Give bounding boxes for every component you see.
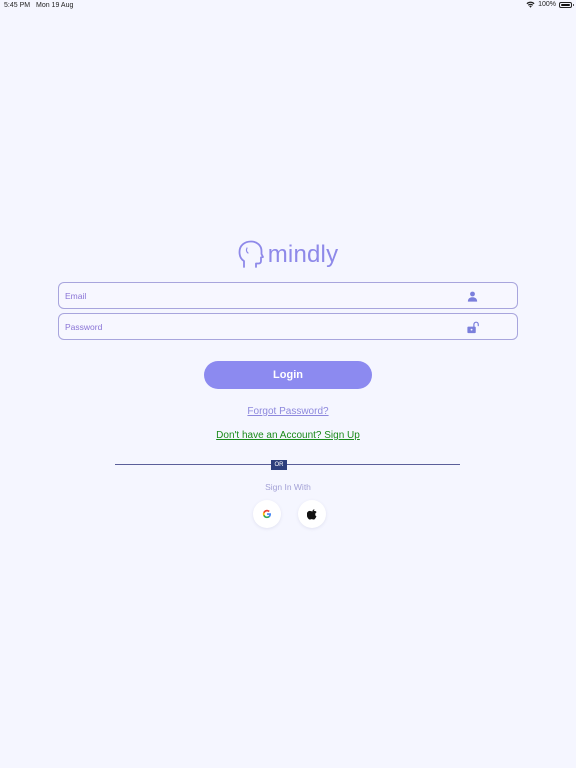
status-right: 100% — [526, 1, 574, 8]
app-logo: mindly — [0, 240, 576, 270]
sign-up-link[interactable]: Don't have an Account? Sign Up — [0, 430, 576, 441]
google-icon — [262, 509, 271, 519]
wifi-icon — [526, 1, 535, 8]
divider-line — [115, 464, 460, 465]
head-outline-icon — [238, 240, 264, 268]
app-name: mindly — [267, 241, 339, 268]
sign-in-with-label: Sign In With — [265, 482, 311, 492]
unlock-icon — [467, 321, 479, 334]
battery-icon — [559, 1, 574, 8]
user-icon — [467, 291, 478, 302]
google-sign-in-button[interactable] — [253, 500, 281, 528]
apple-icon — [306, 509, 317, 520]
status-date: Mon 19 Aug — [36, 2, 74, 9]
battery-level — [561, 3, 570, 6]
password-input[interactable] — [59, 314, 517, 339]
status-time: 5:45 PM — [4, 2, 31, 9]
battery-percent: 100% — [538, 1, 556, 8]
status-bar: 5:45 PM Mon 19 Aug 100% — [0, 0, 576, 12]
password-field[interactable] — [58, 313, 518, 340]
apple-sign-in-button[interactable] — [298, 500, 326, 528]
email-field[interactable] — [58, 282, 518, 309]
email-input[interactable] — [59, 283, 517, 308]
or-divider-label: OR — [271, 460, 287, 470]
forgot-password-link[interactable]: Forgot Password? — [0, 406, 576, 417]
login-button[interactable]: Login — [204, 361, 372, 389]
